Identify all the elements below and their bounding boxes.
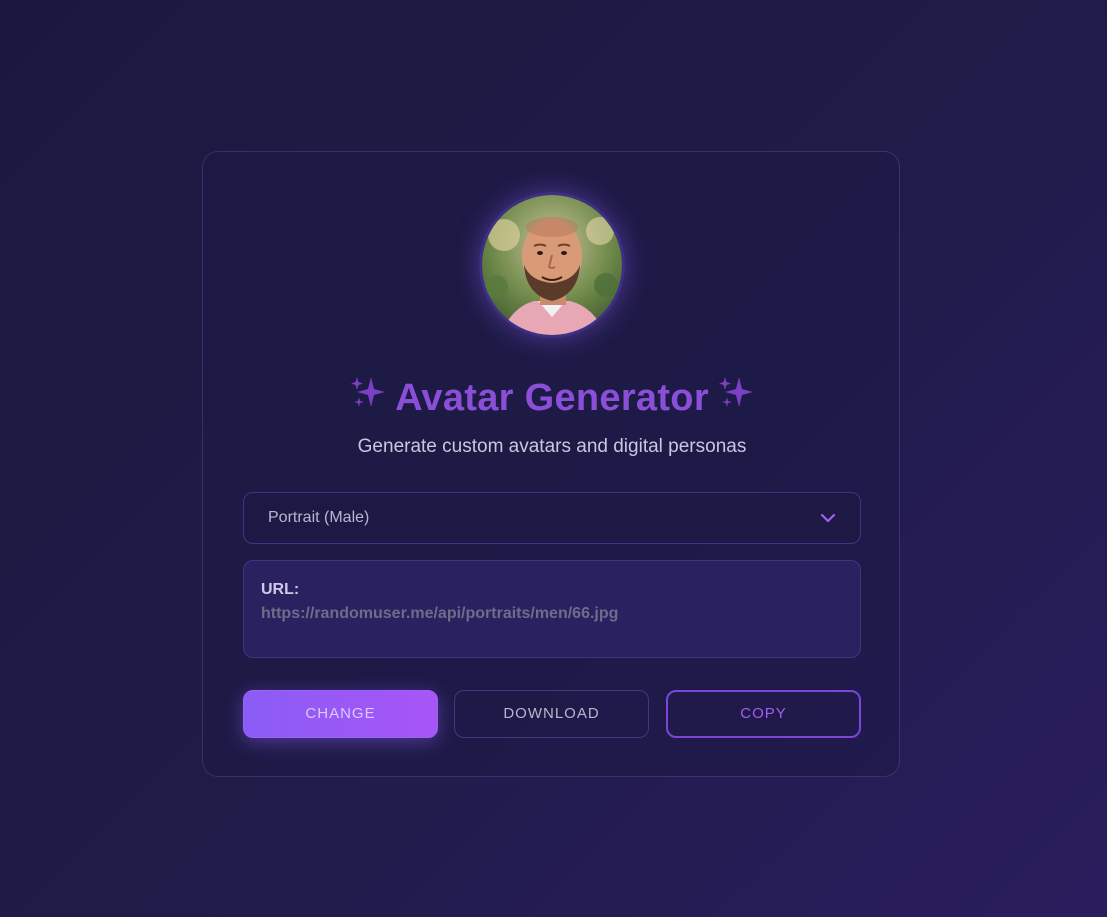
avatar-type-select[interactable]: Portrait (Male) (243, 492, 861, 544)
copy-button[interactable]: COPY (666, 690, 861, 738)
avatar-portrait-graphic (482, 195, 622, 335)
sparkles-icon (717, 373, 755, 421)
change-button[interactable]: CHANGE (243, 690, 438, 738)
sparkles-icon (349, 373, 387, 421)
page-title: Avatar Generator (203, 376, 901, 424)
avatar-image (479, 192, 625, 338)
avatar-type-selected-value: Portrait (Male) (268, 509, 370, 526)
download-button[interactable]: DOWNLOAD (454, 690, 649, 738)
url-value[interactable]: https://randomuser.me/api/portraits/men/… (261, 605, 618, 623)
avatar-generator-card: Avatar Generator Generate custom avatars… (202, 151, 900, 777)
url-display: URL: https://randomuser.me/api/portraits… (243, 560, 861, 658)
chevron-down-icon (820, 511, 836, 530)
page-subtitle: Generate custom avatars and digital pers… (357, 436, 747, 457)
url-label: URL: (261, 581, 300, 598)
